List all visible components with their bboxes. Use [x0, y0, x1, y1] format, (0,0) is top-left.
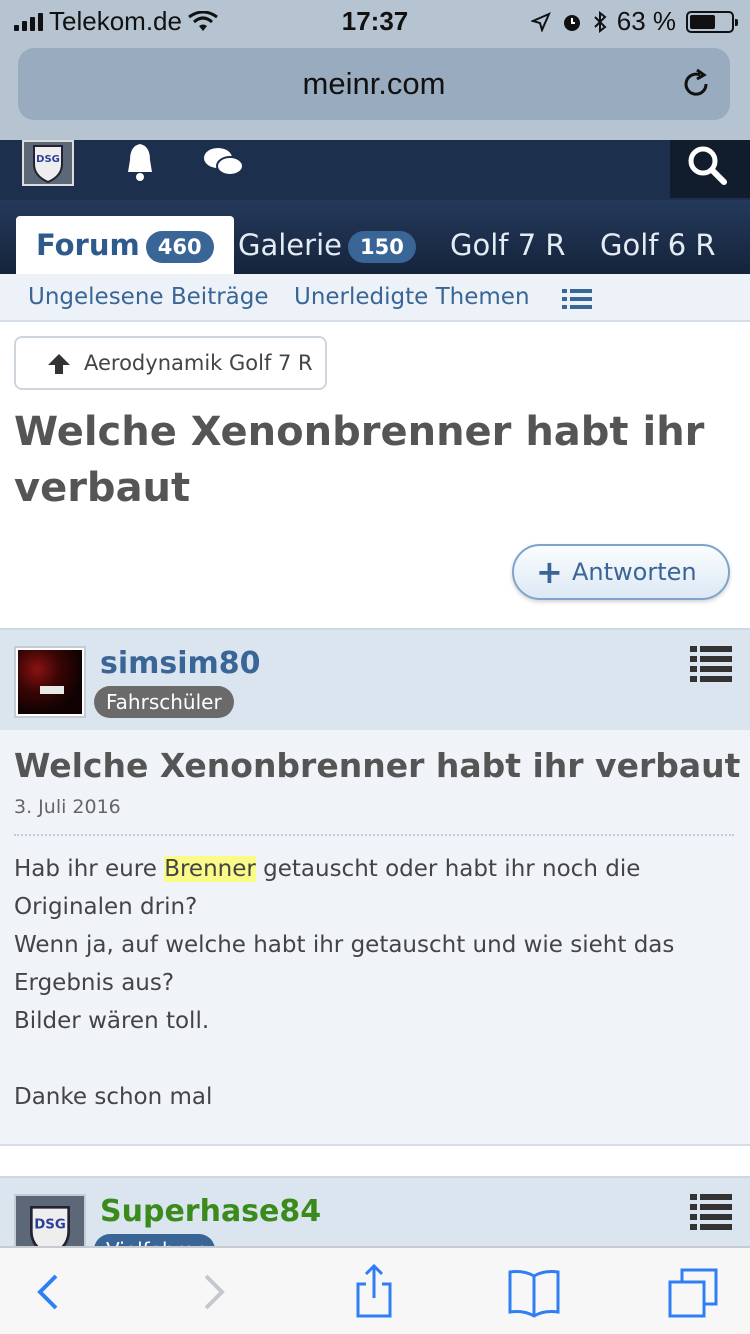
- tabs-icon[interactable]: [664, 1262, 724, 1322]
- reply-label: Antworten: [572, 558, 697, 586]
- bluetooth-icon: [594, 10, 607, 33]
- post: DSG Superhase84 Vielfahrer: [0, 1176, 750, 1246]
- tab-forum[interactable]: Forum 460: [16, 216, 234, 274]
- tab-label: Galerie: [238, 228, 342, 262]
- post-header: simsim80 Fahrschüler: [0, 630, 750, 730]
- back-icon[interactable]: [22, 1262, 82, 1322]
- reload-icon[interactable]: [678, 66, 714, 102]
- post-menu-icon[interactable]: [690, 646, 732, 682]
- tab-label: Golf 7 R: [450, 228, 566, 262]
- tab-badge: 460: [145, 231, 214, 263]
- text-line: Bilder wären toll.: [14, 1008, 210, 1034]
- tab-golf-6-r[interactable]: Golf 6 R: [580, 216, 736, 274]
- unresolved-threads-link[interactable]: Unerledigte Themen: [294, 284, 530, 310]
- main-tabs: Forum 460 Galerie 150 Golf 7 R Golf 6 R: [0, 200, 750, 274]
- post-title: Welche Xenonbrenner habt ihr verbaut: [14, 746, 741, 785]
- tab-label: Forum: [36, 228, 140, 262]
- plus-icon: +: [536, 553, 563, 591]
- status-right: 63 %: [530, 6, 738, 37]
- share-icon[interactable]: [344, 1262, 404, 1322]
- breadcrumb-label: Aerodynamik Golf 7 R: [84, 351, 313, 375]
- text-line: Wenn ja, auf welche habt ihr getauscht u…: [14, 932, 675, 996]
- divider: [14, 834, 734, 836]
- reply-button[interactable]: + Antworten: [512, 544, 730, 600]
- post-body: Welche Xenonbrenner habt ihr verbaut 3. …: [0, 730, 750, 1146]
- post-date: 3. Juli 2016: [14, 796, 121, 818]
- breadcrumb[interactable]: Aerodynamik Golf 7 R: [14, 336, 327, 390]
- browser-bar: meinr.com: [0, 40, 750, 140]
- tab-galerie[interactable]: Galerie 150: [218, 216, 436, 274]
- arrow-up-icon: [48, 354, 70, 374]
- bookmarks-icon[interactable]: [504, 1262, 564, 1322]
- site-header: DSG: [0, 140, 750, 200]
- text-segment: Hab ihr eure: [14, 856, 165, 882]
- address-bar[interactable]: meinr.com: [18, 48, 730, 120]
- bell-icon[interactable]: [116, 140, 164, 186]
- unread-posts-link[interactable]: Ungelesene Beiträge: [28, 284, 269, 310]
- page-title: Welche Xenonbrenner habt ihr verbaut: [14, 409, 705, 511]
- search-highlight: Brenner: [164, 856, 256, 882]
- browser-toolbar: [0, 1246, 750, 1334]
- search-icon: [688, 146, 727, 185]
- avatar[interactable]: DSG: [14, 1194, 86, 1246]
- post-header: DSG Superhase84 Vielfahrer: [0, 1178, 750, 1246]
- author-name[interactable]: Superhase84: [100, 1194, 321, 1229]
- sub-navigation: Ungelesene Beiträge Unerledigte Themen: [0, 274, 750, 322]
- location-arrow-icon: [530, 11, 551, 32]
- logo-text: DSG: [36, 154, 60, 165]
- status-bar: Telekom.de 17:37 63 %: [0, 0, 750, 40]
- battery-icon: [686, 10, 738, 33]
- user-rank-badge: Vielfahrer: [94, 1234, 215, 1246]
- post-content: Hab ihr eure Brenner getauscht oder habt…: [14, 850, 734, 1116]
- post: simsim80 Fahrschüler Welche Xenonbrenner…: [0, 628, 750, 1146]
- alarm-icon: [563, 14, 580, 31]
- search-button[interactable]: [670, 140, 750, 198]
- chat-icon[interactable]: [200, 140, 248, 186]
- author-name[interactable]: simsim80: [100, 646, 261, 681]
- post-menu-icon[interactable]: [690, 1194, 732, 1230]
- text-line: Danke schon mal: [14, 1084, 213, 1110]
- battery-percent: 63 %: [616, 6, 676, 36]
- tab-badge: 150: [347, 231, 416, 263]
- logo-text: DSG: [34, 1218, 66, 1233]
- user-rank-badge: Fahrschüler: [94, 686, 234, 718]
- tab-label: Golf 6 R: [600, 228, 716, 262]
- list-icon[interactable]: [562, 288, 592, 310]
- url-text: meinr.com: [302, 66, 446, 101]
- tab-golf-7-r[interactable]: Golf 7 R: [430, 216, 586, 274]
- avatar[interactable]: [14, 646, 86, 718]
- site-logo[interactable]: DSG: [22, 140, 74, 186]
- forward-icon[interactable]: [184, 1262, 244, 1322]
